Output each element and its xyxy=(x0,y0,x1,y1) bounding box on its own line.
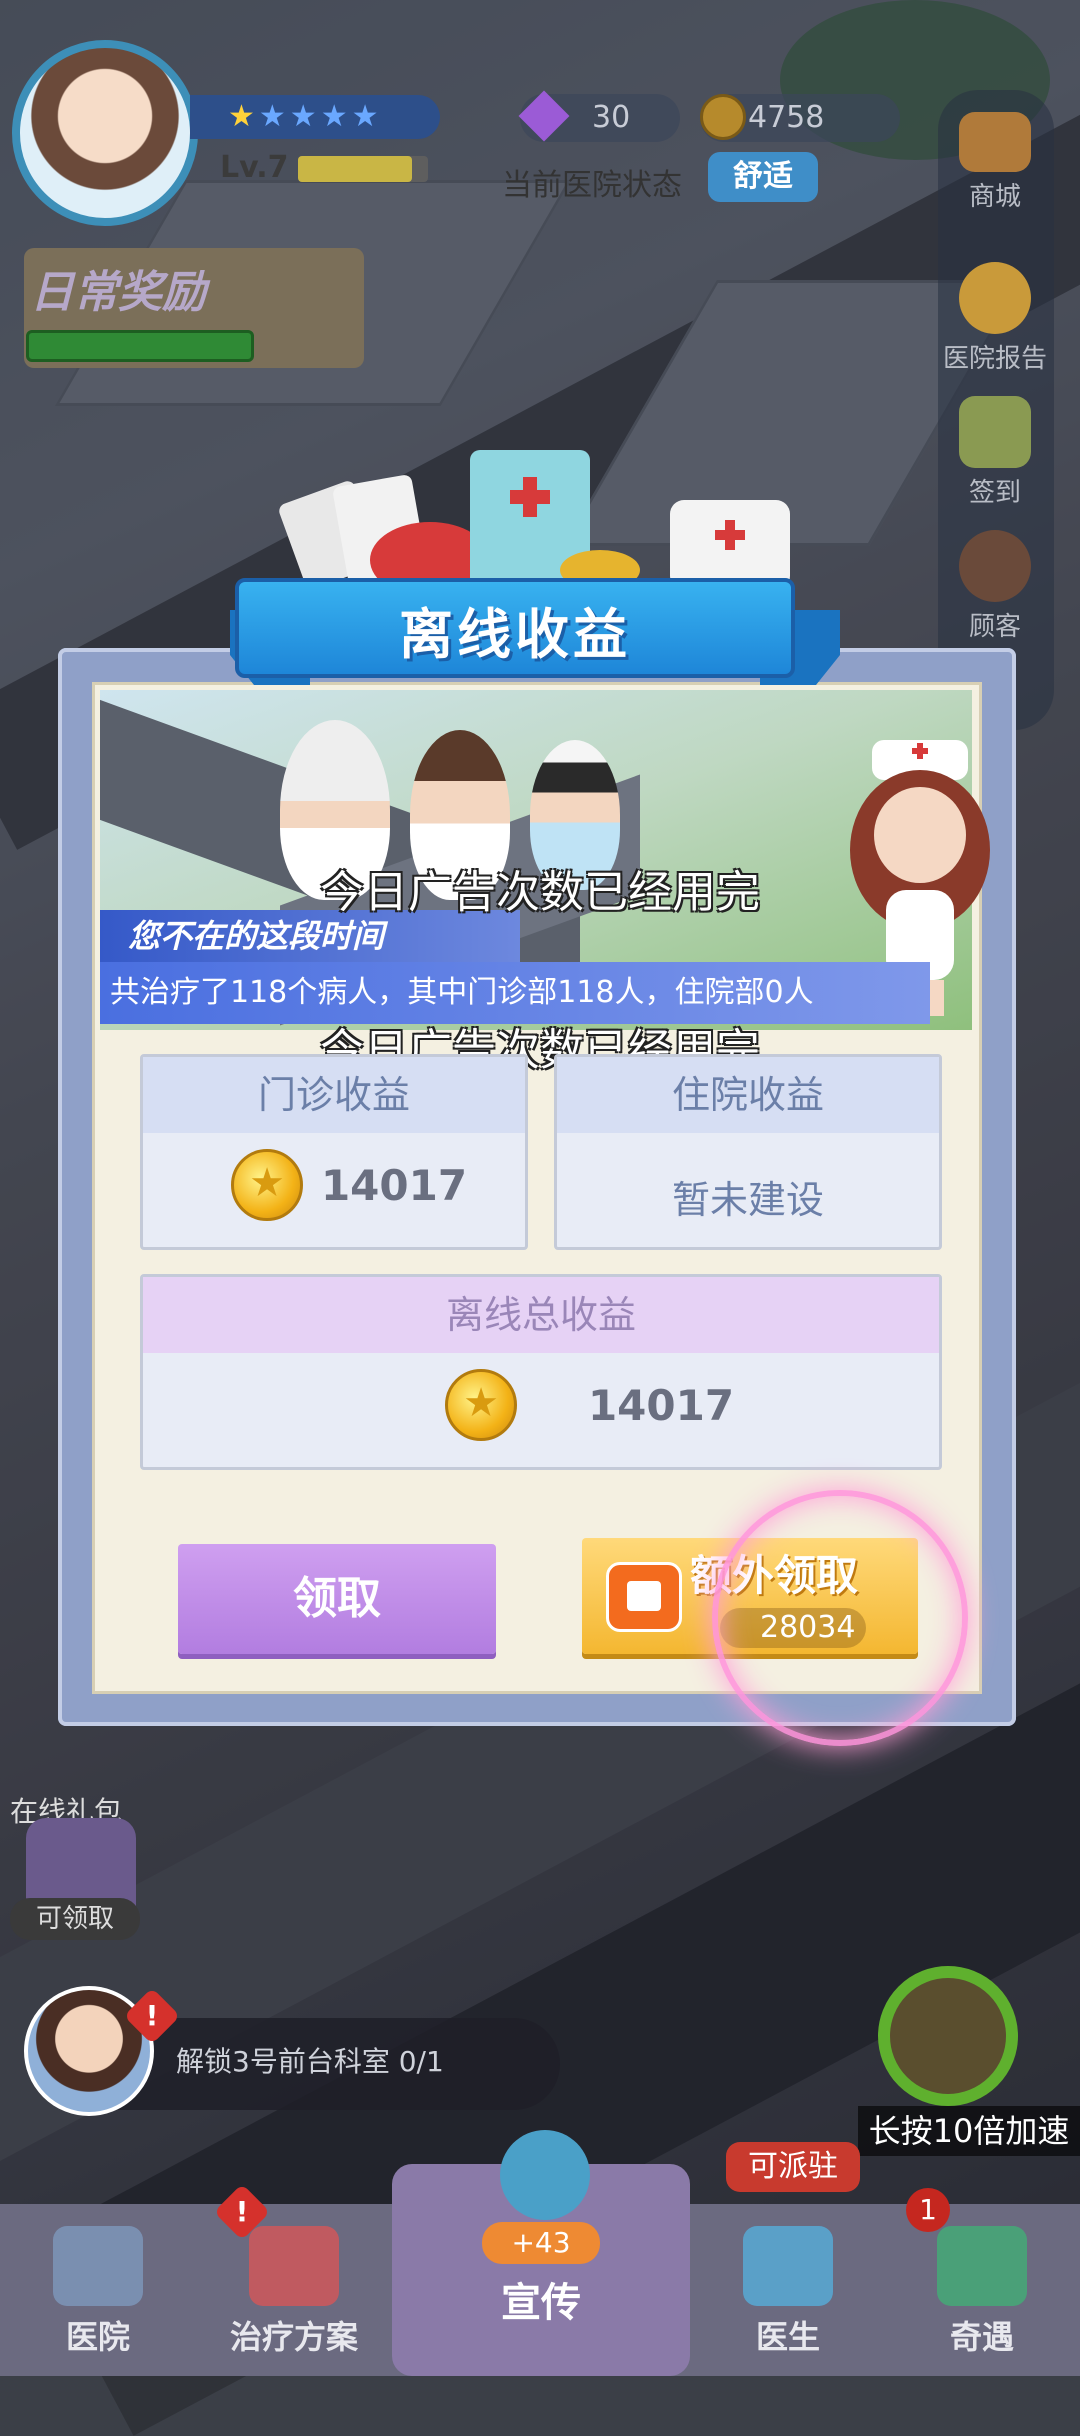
inpatient-earnings-title: 住院收益 xyxy=(557,1057,939,1133)
dispatch-badge: 可派驻 xyxy=(726,2142,860,2192)
tab-label: 医院 xyxy=(65,2318,130,2356)
video-ad-icon xyxy=(606,1562,682,1632)
side-item-shop[interactable]: 商城 xyxy=(930,112,1060,213)
daily-reward-label: 日常奖励 xyxy=(30,267,206,318)
inpatient-earnings-card: 住院收益 暂未建设 xyxy=(554,1054,942,1250)
player-level: Lv.7 xyxy=(220,150,289,185)
claim-button[interactable]: 领取 xyxy=(178,1544,496,1654)
tab-label: 医生 xyxy=(755,2318,820,2356)
coin-counter[interactable]: 4758 xyxy=(700,94,900,142)
level-progress-bar xyxy=(298,156,428,182)
daily-reward-progress xyxy=(26,330,254,362)
hospital-status-badge[interactable]: 舒适 xyxy=(708,152,818,202)
side-item-customer[interactable]: 顾客 xyxy=(930,530,1060,643)
tab-hospital[interactable]: 医院 xyxy=(0,2204,196,2376)
total-offline-earnings-card: 离线总收益 14017 xyxy=(140,1274,942,1470)
speed-up-label: 长按10倍加速 xyxy=(858,2106,1080,2156)
speed-up-button[interactable] xyxy=(878,1966,1018,2106)
online-gift-status: 可领取 xyxy=(10,1898,140,1940)
medkit-icon xyxy=(249,2226,339,2306)
coin-count: 4758 xyxy=(748,100,825,135)
gem-count: 30 xyxy=(592,100,631,135)
alert-icon: ! xyxy=(123,1987,181,2045)
side-item-label: 顾客 xyxy=(968,612,1021,642)
customer-icon xyxy=(959,530,1031,602)
outpatient-earnings-card: 门诊收益 14017 xyxy=(140,1054,528,1250)
shop-icon xyxy=(959,112,1031,172)
side-item-label: 签到 xyxy=(968,478,1021,508)
inpatient-earnings-value: 暂未建设 xyxy=(671,1178,824,1222)
coin-icon xyxy=(700,94,746,140)
promotion-icon xyxy=(500,2130,590,2220)
calendar-icon xyxy=(959,396,1031,468)
promotion-badge: +43 xyxy=(482,2222,600,2264)
encounter-notification-count: 1 xyxy=(906,2188,950,2232)
side-item-report[interactable]: 医院报告 xyxy=(930,262,1060,375)
outpatient-earnings-title: 门诊收益 xyxy=(143,1057,525,1133)
hospital-status-label: 当前医院状态 xyxy=(502,168,682,203)
gem-counter[interactable]: 30 xyxy=(518,90,680,142)
tab-doctor[interactable]: 医生 xyxy=(690,2204,886,2376)
player-avatar[interactable] xyxy=(12,40,198,226)
outpatient-earnings-value: 14017 xyxy=(320,1161,468,1210)
side-item-checkin[interactable]: 签到 xyxy=(930,396,1060,509)
ad-limit-toast: 今日广告次数已经用完 xyxy=(320,867,760,918)
level-progress-fill xyxy=(298,156,413,182)
tab-label: 治疗方案 xyxy=(229,2318,358,2356)
doctor-icon xyxy=(743,2226,833,2306)
alert-icon: ! xyxy=(213,2183,271,2241)
tab-encounter[interactable]: 奇遇 xyxy=(884,2204,1080,2376)
dialog-title: 离线收益 xyxy=(399,603,631,666)
total-earnings-value: 14017 xyxy=(587,1381,735,1430)
report-icon xyxy=(959,262,1031,334)
star-rating: ★★★★★ xyxy=(190,95,440,139)
side-item-label: 商城 xyxy=(968,182,1021,212)
total-earnings-title: 离线总收益 xyxy=(143,1277,939,1353)
tab-label: 宣传 xyxy=(501,2280,581,2326)
tap-highlight-ring xyxy=(712,1490,968,1746)
encounter-icon xyxy=(937,2226,1027,2306)
task-text: 解锁3号前台科室 0/1 xyxy=(176,2045,444,2078)
side-item-label: 医院报告 xyxy=(942,344,1047,374)
hospital-icon xyxy=(53,2226,143,2306)
tab-label: 奇遇 xyxy=(949,2318,1014,2356)
